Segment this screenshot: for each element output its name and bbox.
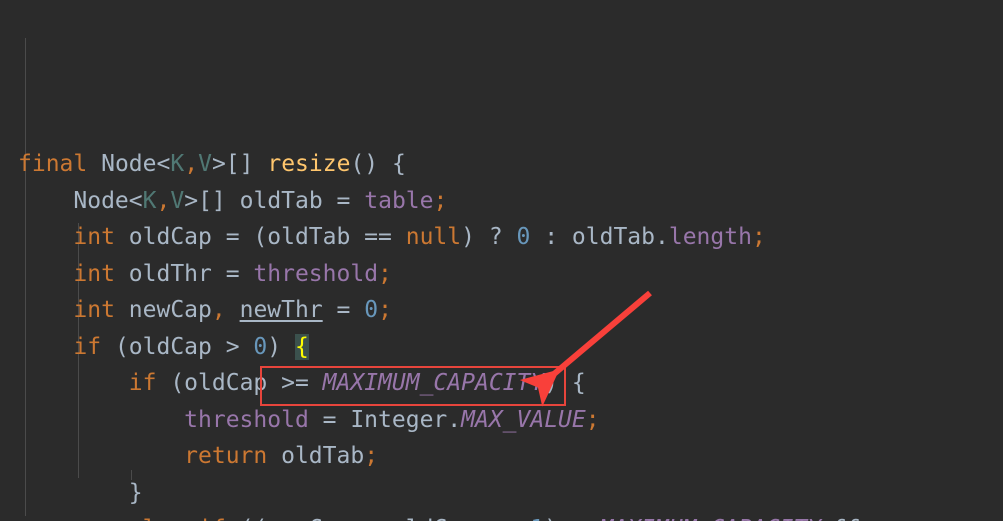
token-6-4: { [294, 333, 309, 360]
token-6-2: 0 [253, 333, 268, 360]
token-4-1: oldThr = [114, 260, 254, 287]
token-4-2: threshold [253, 260, 379, 287]
token-5-6: 0 [364, 297, 379, 323]
token-1-8: [] [225, 151, 268, 177]
token-7-0: if [128, 370, 157, 396]
token-11-6: MAXIMUM_CAPACITY [600, 516, 822, 521]
code-line-5[interactable]: int newCap, newThr = 0; [0, 292, 1003, 329]
token-5-0: int [73, 297, 115, 323]
token-2-0: Node [73, 187, 129, 214]
token-1-9: resize [267, 151, 351, 177]
token-8-1: = Integer. [308, 406, 462, 433]
token-10-0: } [128, 479, 143, 506]
token-11-2: if [198, 516, 226, 521]
token-7-3: ) { [544, 370, 586, 396]
token-2-8: ; [433, 187, 448, 214]
token-1-0: final [18, 151, 88, 177]
token-3-1: oldCap = (oldTab == [114, 224, 406, 250]
token-11-0: else [129, 516, 184, 521]
token-2-2: K [142, 187, 157, 214]
token-5-5: = [322, 297, 365, 323]
token-3-3: ) ? [461, 224, 517, 250]
token-3-6: length [668, 224, 752, 250]
token-11-7: && [821, 516, 863, 521]
token-9-0: return [184, 443, 268, 469]
token-7-2: MAXIMUM_CAPACITY [322, 370, 545, 396]
token-5-2: , [211, 297, 226, 323]
token-11-1 [184, 516, 198, 521]
code-line-3[interactable]: int oldCap = (oldTab == null) ? 0 : oldT… [0, 219, 1003, 256]
token-5-1: newCap [114, 297, 212, 323]
token-3-4: 0 [516, 224, 531, 250]
code-line-1[interactable]: final Node<K,V>[] resize() { [0, 146, 1003, 183]
token-1-1 [87, 151, 101, 177]
token-7-1: (oldCap >= [156, 370, 323, 396]
token-5-7: ; [378, 297, 392, 323]
token-11-3: ((newCap = oldCap << [226, 516, 531, 521]
token-8-0: threshold [184, 406, 309, 433]
token-2-4: V [170, 187, 185, 214]
token-4-0: int [73, 260, 115, 287]
token-8-3: ; [585, 406, 600, 433]
token-9-2: ; [364, 443, 379, 469]
token-3-0: int [73, 224, 115, 250]
code-line-7[interactable]: if (oldCap >= MAXIMUM_CAPACITY) { [0, 365, 1003, 402]
token-1-7: > [211, 151, 226, 177]
token-2-3: , [156, 187, 171, 214]
token-5-4: newThr [239, 297, 323, 323]
code-editor-screenshot: final Node<K,V>[] resize() { Node<K,V>[]… [0, 0, 1003, 521]
token-9-1: oldTab [267, 443, 365, 469]
token-5-3 [226, 297, 240, 323]
token-6-1: (oldCap > [101, 333, 254, 360]
token-1-3: < [156, 151, 171, 177]
code-line-2[interactable]: Node<K,V>[] oldTab = table; [0, 183, 1003, 220]
token-1-4: K [170, 151, 185, 177]
token-2-1: < [128, 187, 143, 214]
token-2-5: > [184, 187, 199, 214]
code-line-10[interactable]: } [0, 475, 1003, 512]
token-1-2: Node [101, 151, 157, 177]
code-editor-surface[interactable]: final Node<K,V>[] resize() { Node<K,V>[]… [0, 0, 1003, 521]
token-3-7: ; [751, 224, 766, 250]
code-line-8[interactable]: threshold = Integer.MAX_VALUE; [0, 402, 1003, 439]
code-line-11[interactable]: else if ((newCap = oldCap << 1) < MAXIMU… [0, 511, 1003, 521]
token-1-5: , [184, 151, 199, 177]
token-4-3: ; [378, 260, 392, 287]
token-3-2: null [405, 224, 462, 250]
token-1-10: () { [350, 151, 406, 177]
token-6-3: ) [267, 333, 295, 360]
token-6-0: if [73, 333, 102, 360]
token-2-7: table [364, 187, 434, 214]
token-8-2: MAX_VALUE [461, 406, 586, 433]
token-2-6: [] oldTab = [198, 187, 365, 214]
code-line-9[interactable]: return oldTab; [0, 438, 1003, 475]
token-11-4: 1 [530, 516, 544, 521]
code-line-6[interactable]: if (oldCap > 0) { [0, 329, 1003, 366]
token-1-6: V [198, 151, 212, 177]
code-line-4[interactable]: int oldThr = threshold; [0, 256, 1003, 293]
token-3-5: : oldTab. [530, 224, 669, 250]
code-lines[interactable]: final Node<K,V>[] resize() { Node<K,V>[]… [0, 146, 1003, 521]
token-11-5: ) < [544, 516, 599, 521]
